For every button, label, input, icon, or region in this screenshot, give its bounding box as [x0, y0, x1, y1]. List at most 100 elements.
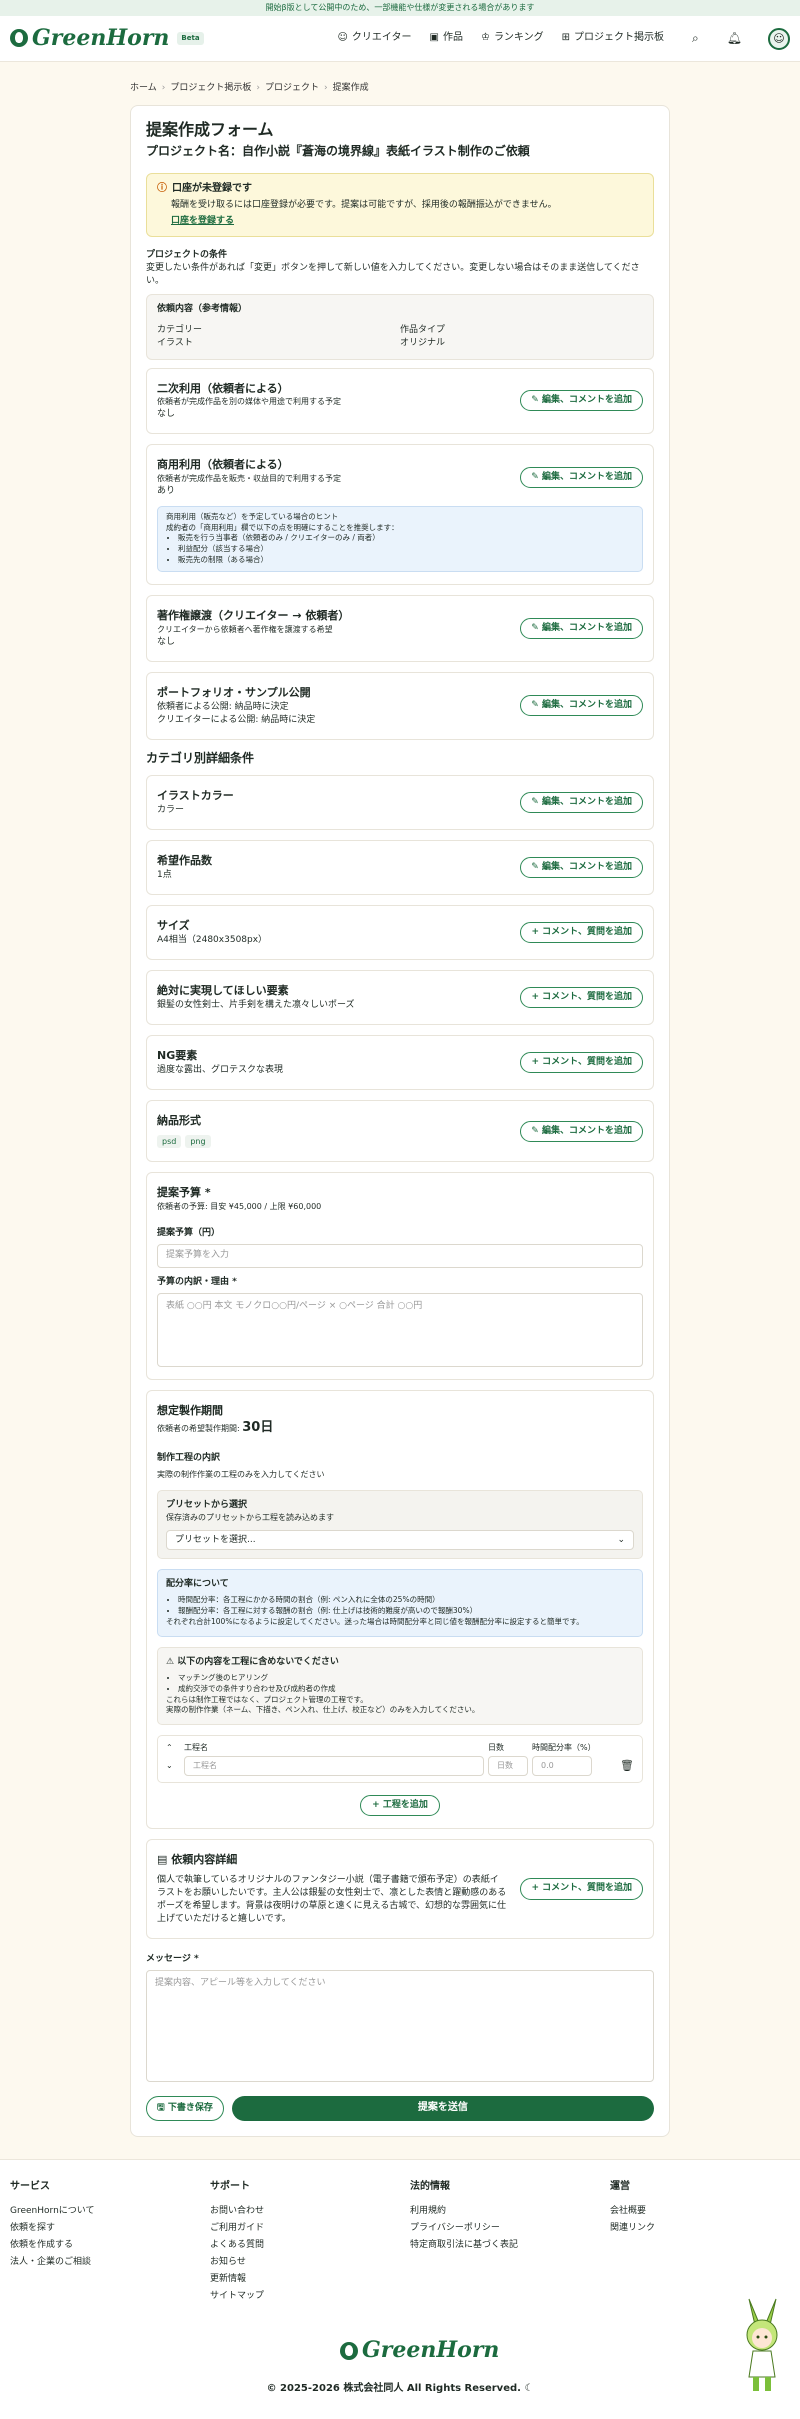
edit-comment-button[interactable]: ✎ 編集、コメントを追加: [520, 390, 643, 412]
type-value: オリジナル: [400, 338, 446, 349]
footer-link[interactable]: プライバシーポリシー: [410, 2222, 610, 2235]
nav-works[interactable]: ▣ 作品: [430, 31, 463, 46]
footer-col-legal: 法的情報 利用規約 プライバシーポリシー 特定商取引法に基づく表記: [410, 2180, 610, 2307]
message-textarea[interactable]: 提案内容、アピール等を入力してください: [146, 1970, 654, 2083]
edit-comment-button[interactable]: ✎ 編集、コメントを追加: [520, 695, 643, 717]
moon-icon[interactable]: ☾: [524, 2383, 533, 2394]
footer-link[interactable]: よくある質問: [210, 2239, 410, 2252]
proposal-form: 提案作成フォーム プロジェクト名：自作小説『蒼海の境界線』表紙イラスト制作のご依…: [130, 105, 670, 2138]
footer-link[interactable]: 依頼を探す: [10, 2222, 210, 2235]
edit-icon: ✎: [531, 861, 542, 872]
detail-color: イラストカラー カラー ✎ 編集、コメントを追加: [146, 775, 654, 831]
footer-link[interactable]: 特定商取引法に基づく表記: [410, 2239, 610, 2252]
breadcrumb-current: 提案作成: [332, 83, 369, 93]
edit-comment-button[interactable]: ✎ 編集、コメントを追加: [520, 466, 643, 488]
register-account-link[interactable]: 口座を登録する: [171, 215, 643, 228]
comment-question-button[interactable]: + コメント、質問を追加: [520, 1051, 643, 1073]
category-value: イラスト: [157, 338, 193, 349]
alert-body: 報酬を受け取るには口座登録が必要です。提案は可能ですが、採用後の報酬振込ができま…: [171, 200, 557, 211]
edit-comment-button[interactable]: ✎ 編集、コメントを追加: [520, 617, 643, 639]
submit-proposal-button[interactable]: 提案を送信: [231, 2096, 654, 2122]
footer-link[interactable]: ご利用ガイド: [210, 2222, 410, 2235]
condition-commercial-use: 商用利用（依頼者による） 依頼者が完成作品を販売・収益目的で利用する予定 あり ✎ …: [146, 444, 654, 586]
search-icon[interactable]: ⌕: [692, 30, 699, 47]
sprout-logo-icon: [10, 29, 28, 48]
add-step-button[interactable]: + 工程を追加: [360, 1794, 440, 1816]
footer-link[interactable]: サイトマップ: [210, 2290, 410, 2303]
plus-icon: +: [531, 1883, 543, 1894]
edit-comment-button[interactable]: ✎ 編集、コメントを追加: [520, 792, 643, 814]
ratio-info: 配分率について 時間配分率：各工程にかかる時間の割合（例: ペン入れに全体の25…: [157, 1569, 643, 1637]
edit-icon: ✎: [531, 622, 542, 633]
process-days-input[interactable]: 日数: [488, 1755, 528, 1776]
breadcrumb: ホーム › プロジェクト掲示板 › プロジェクト › 提案作成: [130, 82, 670, 95]
comment-question-button[interactable]: + コメント、質問を追加: [520, 986, 643, 1008]
footer-link[interactable]: GreenHornについて: [10, 2205, 210, 2218]
project-name: プロジェクト名：自作小説『蒼海の境界線』表紙イラスト制作のご依頼: [146, 144, 530, 159]
trash-icon[interactable]: 🗑︎: [596, 1758, 634, 1774]
chevron-right-icon: ›: [323, 83, 328, 93]
site-logo[interactable]: GreenHorn Beta: [10, 23, 204, 55]
client-period: 30日: [242, 1419, 274, 1435]
chevron-right-icon: ›: [256, 83, 260, 93]
beta-badge: Beta: [177, 32, 204, 45]
edit-icon: ✎: [531, 471, 542, 482]
commercial-hint: 商用利用（販売など）を予定している場合のヒント 成約者の「商用利用」欄で以下の点…: [157, 505, 643, 573]
footer-col-support: サポート お問い合わせ ご利用ガイド よくある質問 お知らせ 更新情報 サイトマ…: [210, 2180, 410, 2307]
footer-link[interactable]: 依頼を作成する: [10, 2239, 210, 2252]
conditions-desc: 変更したい条件があれば「変更」ボタンを押して新しい値を入力してください。変更しな…: [146, 263, 640, 287]
reference-info: 依頼内容（参考情報） カテゴリー 作品タイプ イラスト オリジナル: [146, 294, 654, 360]
footer-link[interactable]: 利用規約: [410, 2205, 610, 2218]
logo-text: GreenHorn: [32, 24, 170, 51]
footer-link[interactable]: 法人・企業のご相談: [10, 2256, 210, 2269]
budget-input[interactable]: 提案予算を入力: [157, 1243, 643, 1268]
category-section-title: カテゴリ別詳細条件: [146, 750, 255, 765]
edit-icon: ✎: [531, 395, 542, 406]
breadcrumb-home[interactable]: ホーム: [130, 82, 157, 95]
nav-creators[interactable]: ☺ クリエイター: [337, 31, 411, 46]
avatar[interactable]: ☺: [768, 27, 790, 50]
preset-box: プリセットから選択 保存済みのプリセットから工程を読み込めます プリセットを選択…: [157, 1490, 643, 1560]
edit-icon: ✎: [531, 700, 542, 711]
edit-icon: ✎: [531, 1125, 542, 1136]
plus-icon: +: [372, 1799, 383, 1810]
footer-link[interactable]: お知らせ: [210, 2256, 410, 2269]
edit-comment-button[interactable]: ✎ 編集、コメントを追加: [520, 1120, 643, 1142]
bell-icon[interactable]: 🔔︎: [727, 30, 742, 47]
footer-link[interactable]: お問い合わせ: [210, 2205, 410, 2218]
footer-link[interactable]: 関連リンク: [610, 2222, 790, 2235]
request-detail: ▤ 依頼内容詳細 個人で執筆しているオリジナルのファンタジー小説（電子書籍で頒布…: [146, 1838, 654, 1940]
process-name-input[interactable]: 工程名: [184, 1755, 484, 1776]
nav-ranking[interactable]: ♔ ランキング: [481, 31, 544, 46]
detail-ng: NG要素 過度な露出、グロテスクな表現 + コメント、質問を追加: [146, 1034, 654, 1090]
reference-title: 依頼内容（参考情報）: [157, 304, 248, 315]
comment-question-button[interactable]: + コメント、質問を追加: [520, 1878, 643, 1900]
chevron-up-icon[interactable]: ⌃: [166, 1742, 180, 1754]
mascot-character: [746, 2298, 778, 2392]
chevron-down-icon[interactable]: ⌄: [166, 1760, 180, 1772]
process-ratio-input[interactable]: 0.0: [532, 1755, 592, 1776]
nav-project-board[interactable]: ⊞ プロジェクト掲示板: [562, 31, 664, 46]
save-draft-button[interactable]: 🖫︎ 下書き保存: [146, 2096, 224, 2122]
chevron-down-icon: ⌄: [617, 1534, 625, 1545]
condition-copyright-transfer: 著作権譲渡（クリエイター → 依頼者） クリエイターから依頼者へ著作権を譲渡する希…: [146, 595, 654, 662]
comment-question-button[interactable]: + コメント、質問を追加: [520, 921, 643, 944]
page-title: 提案作成フォーム: [146, 120, 274, 140]
breadcrumb-board[interactable]: プロジェクト掲示板: [170, 82, 251, 95]
format-tag: png: [185, 1134, 211, 1149]
breadcrumb-project[interactable]: プロジェクト: [265, 82, 319, 95]
footer-col-service: サービス GreenHornについて 依頼を探す 依頼を作成する 法人・企業のご…: [10, 2180, 210, 2307]
edit-icon: ✎: [531, 797, 542, 807]
footer-link[interactable]: 会社概要: [610, 2205, 790, 2218]
detail-must-have: 絶対に実現してほしい要素 銀髪の女性剣士、片手剣を構えた凛々しいポーズ + コメン…: [146, 969, 654, 1025]
footer-logo[interactable]: GreenHorn: [340, 2335, 499, 2367]
preset-select[interactable]: プリセットを選択... ⌄: [166, 1530, 634, 1551]
edit-comment-button[interactable]: ✎ 編集、コメントを追加: [520, 856, 643, 879]
budget-breakdown-textarea[interactable]: 表紙 ○○円 本文 モノクロ○○円/ページ × ○ページ 合計 ○○円: [157, 1293, 643, 1368]
sprout-logo-icon: [340, 2342, 358, 2361]
message-label: メッセージ *: [146, 1954, 199, 1965]
save-icon: 🖫︎: [157, 2103, 168, 2114]
condition-secondary-use: 二次利用（依頼者による） 依頼者が完成作品を別の媒体や用途で利用する予定 なし ✎ …: [146, 367, 654, 435]
period-panel: 想定製作期間 依頼者の希望製作期間: 30日 制作工程の内訳 実際の制作作業の工…: [146, 1390, 654, 1829]
footer-link[interactable]: 更新情報: [210, 2273, 410, 2286]
